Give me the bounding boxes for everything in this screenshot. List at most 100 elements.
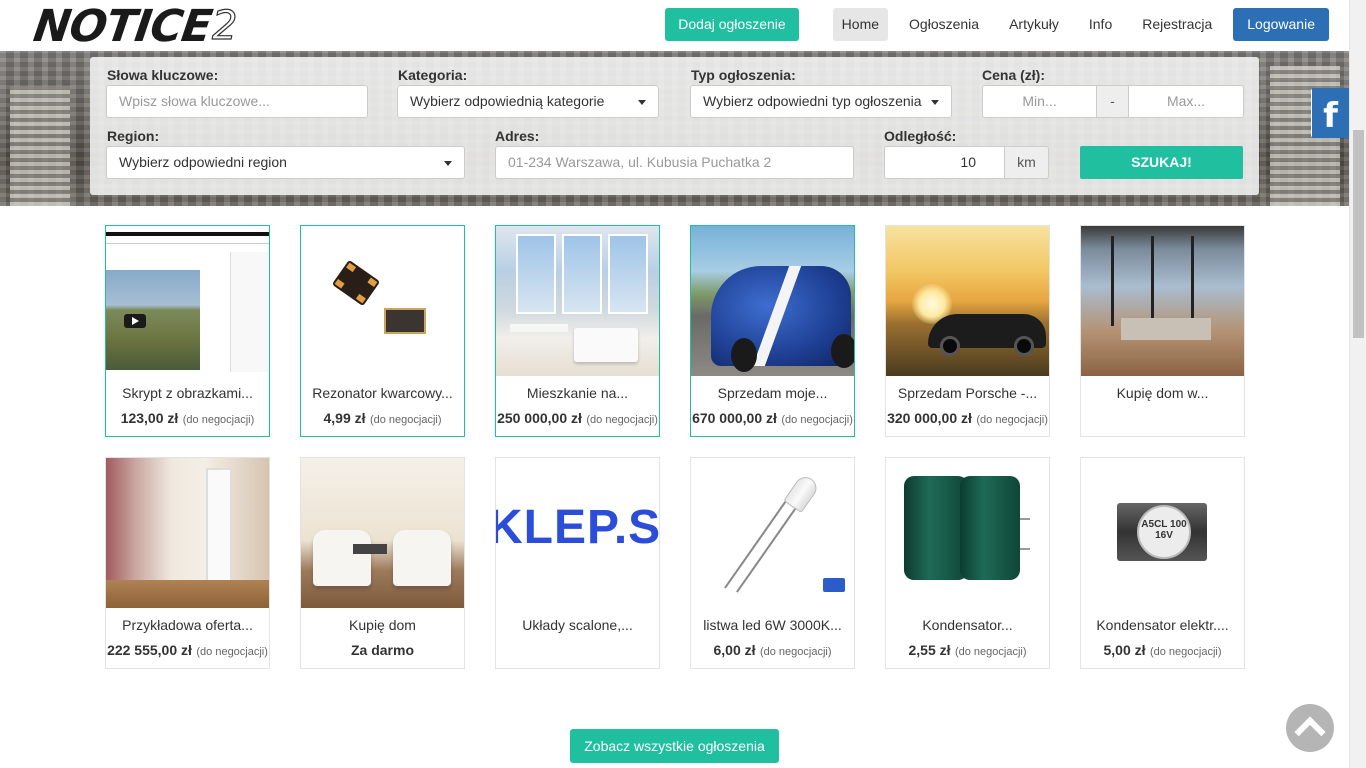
listing-card[interactable]: Skrypt z obrazkami... 123,00 zł (do nego… <box>105 225 270 437</box>
listing-card[interactable]: Sprzedam Porsche -... 320 000,00 zł (do … <box>885 225 1050 437</box>
listing-image[interactable] <box>106 226 269 376</box>
shop-logo-text: KLEP.SA <box>496 501 659 554</box>
chevron-down-icon <box>638 100 646 105</box>
listing-title[interactable]: Rezonator kwarcowy... <box>301 385 464 401</box>
listing-image[interactable] <box>691 458 854 608</box>
car-wheel <box>731 338 757 372</box>
building-decoration <box>10 86 70 206</box>
listing-title[interactable]: Układy scalone,... <box>496 617 659 633</box>
search-button[interactable]: SZUKAJ! <box>1080 146 1243 179</box>
keywords-input[interactable]: Wpisz słowa kluczowe... <box>106 85 368 118</box>
capacitor <box>904 476 968 580</box>
login-button[interactable]: Logowanie <box>1233 8 1329 41</box>
listing-price: 670 000,00 zł (do negocjacji) <box>691 410 854 428</box>
chevron-down-icon <box>444 161 452 166</box>
listing-image[interactable] <box>496 226 659 376</box>
listing-image[interactable] <box>886 458 1049 608</box>
hero-banner: Słowa kluczowe: Wpisz słowa kluczowe... … <box>0 51 1349 206</box>
window-frame <box>1111 236 1114 326</box>
price-min-input[interactable]: Min... <box>982 85 1097 118</box>
price-value: 6,00 zł <box>713 642 756 658</box>
chevron-down-icon <box>931 100 939 105</box>
nav-register[interactable]: Rejestracja <box>1133 8 1221 41</box>
listing-price: 5,00 zł (do negocjacji) <box>1081 642 1244 660</box>
listing-image[interactable] <box>1081 226 1244 376</box>
listing-image[interactable]: A5CL 100 16V <box>1081 458 1244 608</box>
price-note: (do negocjacji) <box>976 414 1048 426</box>
main-nav: Dodaj ogłoszenie Home Ogłoszenia Artykuł… <box>665 8 1329 41</box>
nav-home[interactable]: Home <box>832 8 889 41</box>
listing-price: 250 000,00 zł (do negocjacji) <box>496 410 659 428</box>
distance-unit: km <box>1004 146 1049 179</box>
listing-card[interactable]: A5CL 100 16V Kondensator elektr.... 5,00… <box>1080 457 1245 669</box>
facebook-tab[interactable]: f <box>1311 88 1349 138</box>
price-value: 123,00 zł <box>120 410 179 426</box>
price-value: 320 000,00 zł <box>887 410 972 426</box>
scroll-to-top-button[interactable] <box>1286 704 1334 752</box>
table <box>510 324 568 332</box>
listing-image[interactable] <box>106 458 269 608</box>
logo-suffix: 2 <box>211 2 238 49</box>
nav-listings[interactable]: Ogłoszenia <box>900 8 988 41</box>
listing-image[interactable]: KLEP.SA <box>496 458 659 608</box>
listing-title[interactable]: Przykładowa oferta... <box>106 617 269 633</box>
led-bulb <box>783 472 821 514</box>
window-frame <box>1191 236 1194 326</box>
listing-title[interactable]: Sprzedam Porsche -... <box>886 385 1049 401</box>
listing-card[interactable]: Mieszkanie na... 250 000,00 zł (do negoc… <box>495 225 660 437</box>
price-value: 222 555,00 zł <box>107 642 192 658</box>
window <box>516 234 556 314</box>
category-select-value: Wybierz odpowiednią kategorie <box>410 93 605 109</box>
price-label: Cena (zł): <box>982 67 1045 83</box>
region-label: Region: <box>107 128 160 144</box>
listing-image[interactable] <box>301 458 464 608</box>
listing-title[interactable]: listwa led 6W 3000K... <box>691 617 854 633</box>
nav-info[interactable]: Info <box>1080 8 1121 41</box>
price-max-input[interactable]: Max... <box>1128 85 1244 118</box>
address-input[interactable]: 01-234 Warszawa, ul. Kubusia Puchatka 2 <box>495 146 854 179</box>
listing-card[interactable]: Kondensator... 2,55 zł (do negocjacji) <box>885 457 1050 669</box>
price-value: Za darmo <box>350 642 414 658</box>
distance-input[interactable]: 10 <box>884 146 1005 179</box>
distance-label: Odległość: <box>884 128 957 144</box>
armchair <box>393 530 451 586</box>
listing-card[interactable]: listwa led 6W 3000K... 6,00 zł (do negoc… <box>690 457 855 669</box>
listing-title[interactable]: Mieszkanie na... <box>496 385 659 401</box>
window <box>562 234 602 314</box>
listing-title[interactable]: Kupię dom <box>301 617 464 633</box>
price-note: (do negocjacji) <box>954 646 1027 658</box>
price-note: (do negocjacji) <box>759 646 832 658</box>
nav-articles[interactable]: Artykuły <box>1000 8 1068 41</box>
smd-capacitor-top: A5CL 100 16V <box>1137 505 1191 559</box>
listing-title[interactable]: Skrypt z obrazkami... <box>106 385 269 401</box>
listing-title[interactable]: Sprzedam moje... <box>691 385 854 401</box>
scrollbar-thumb[interactable] <box>1353 130 1364 338</box>
listing-title[interactable]: Kupię dom w... <box>1081 385 1244 401</box>
listing-title[interactable]: Kondensator elektr.... <box>1081 617 1244 633</box>
page-scrollbar[interactable] <box>1349 0 1366 768</box>
listing-image[interactable] <box>886 226 1049 376</box>
listing-card[interactable]: Kupię dom Za darmo <box>300 457 465 669</box>
car-wheel <box>940 336 960 356</box>
listing-card[interactable]: Rezonator kwarcowy... 4,99 zł (do negocj… <box>300 225 465 437</box>
price-value: 5,00 zł <box>1103 642 1146 658</box>
listing-card[interactable]: Sprzedam moje... 670 000,00 zł (do negoc… <box>690 225 855 437</box>
type-select-value: Wybierz odpowiedni typ ogłoszenia <box>703 93 922 109</box>
listing-image[interactable] <box>301 226 464 376</box>
listing-image[interactable] <box>691 226 854 376</box>
listing-card[interactable]: Kupię dom w... <box>1080 225 1245 437</box>
region-select[interactable]: Wybierz odpowiedni region <box>106 146 465 179</box>
door <box>206 468 232 588</box>
listing-title[interactable]: Kondensator... <box>886 617 1049 633</box>
add-listing-button[interactable]: Dodaj ogłoszenie <box>665 8 799 41</box>
price-note: (do negocjacji) <box>1149 646 1222 658</box>
car-wheel <box>1014 336 1034 356</box>
listing-card[interactable]: Przykładowa oferta... 222 555,00 zł (do … <box>105 457 270 669</box>
see-all-listings-button[interactable]: Zobacz wszystkie ogłoszenia <box>570 729 779 763</box>
site-logo[interactable]: NOTICE 2 <box>30 1 238 52</box>
price-separator: - <box>1096 85 1129 118</box>
listing-card[interactable]: KLEP.SA Układy scalone,... <box>495 457 660 669</box>
type-select[interactable]: Wybierz odpowiedni typ ogłoszenia <box>690 85 952 118</box>
listing-price: 123,00 zł (do negocjacji) <box>106 410 269 428</box>
category-select[interactable]: Wybierz odpowiednią kategorie <box>397 85 659 118</box>
